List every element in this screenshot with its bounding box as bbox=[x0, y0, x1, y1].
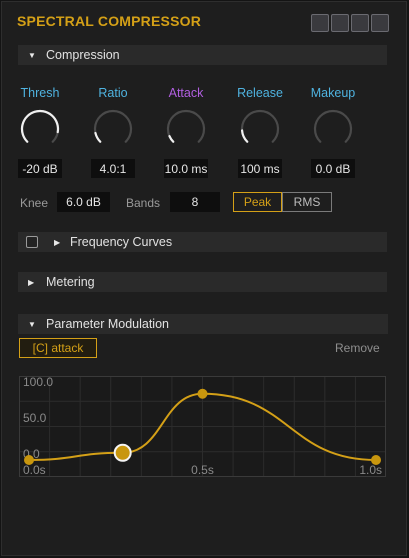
detector-rms-button[interactable]: RMS bbox=[282, 192, 332, 212]
knob-value-arc bbox=[168, 135, 175, 143]
section-parameter-modulation-label: Parameter Modulation bbox=[46, 317, 169, 331]
window-button-4[interactable] bbox=[371, 14, 389, 32]
knob-release: Release 100 ms bbox=[226, 86, 294, 178]
bands-label: Bands bbox=[126, 196, 161, 210]
y-tick-label: 100.0 bbox=[23, 376, 53, 389]
knob-label: Attack bbox=[168, 86, 204, 100]
knob-dial[interactable] bbox=[312, 108, 354, 150]
section-metering-label: Metering bbox=[46, 275, 95, 289]
knob-value-input[interactable]: 4.0:1 bbox=[91, 159, 135, 178]
y-tick-label: 50.0 bbox=[23, 411, 47, 425]
remove-button[interactable]: Remove bbox=[335, 341, 380, 355]
bands-input[interactable]: 8 bbox=[170, 192, 220, 212]
modulation-envelope-graph[interactable]: 100.050.00.00.0s 0.5s 1.0s bbox=[19, 376, 386, 477]
knob-dial[interactable] bbox=[92, 108, 134, 150]
section-frequency-curves-label: Frequency Curves bbox=[70, 235, 173, 249]
knob-attack: Attack 10.0 ms bbox=[152, 86, 220, 178]
knob-makeup: Makeup 0.0 dB bbox=[299, 86, 367, 178]
knob-label: Ratio bbox=[98, 86, 128, 100]
window-button-3[interactable] bbox=[351, 14, 369, 32]
x-tick-label: 0.0s bbox=[23, 463, 46, 477]
window-buttons bbox=[311, 14, 389, 32]
knob-value-arc bbox=[94, 131, 102, 143]
knob-dial[interactable] bbox=[19, 108, 61, 150]
knob-value-arc bbox=[20, 109, 60, 143]
envelope-point[interactable] bbox=[371, 455, 381, 465]
chevron-right-icon: ▶ bbox=[54, 237, 61, 247]
section-compression-label: Compression bbox=[46, 48, 120, 62]
knob-thresh: Thresh -20 dB bbox=[6, 86, 74, 178]
section-frequency-curves[interactable]: ▶ Frequency Curves bbox=[18, 232, 387, 252]
section-compression[interactable]: ▼ Compression bbox=[18, 45, 387, 65]
knob-label: Makeup bbox=[310, 86, 356, 100]
chevron-down-icon: ▼ bbox=[28, 50, 36, 60]
section-metering[interactable]: ▶ Metering bbox=[18, 272, 387, 292]
knob-value-input[interactable]: 10.0 ms bbox=[164, 159, 208, 178]
window-button-1[interactable] bbox=[311, 14, 329, 32]
knob-label: Thresh bbox=[20, 86, 60, 100]
knob-dial[interactable] bbox=[239, 108, 281, 150]
envelope-point[interactable] bbox=[24, 455, 34, 465]
envelope-point-selected[interactable] bbox=[113, 443, 132, 462]
knee-label: Knee bbox=[20, 196, 49, 210]
x-tick-label: 0.5s bbox=[191, 463, 214, 477]
knob-label: Release bbox=[237, 86, 283, 100]
detector-peak-button[interactable]: Peak bbox=[233, 192, 282, 212]
knob-value-input[interactable]: -20 dB bbox=[18, 159, 62, 178]
chevron-down-icon: ▼ bbox=[28, 319, 36, 329]
knee-input[interactable]: 6.0 dB bbox=[57, 192, 110, 212]
modulation-target-button[interactable]: [C] attack bbox=[19, 338, 97, 358]
window-button-2[interactable] bbox=[331, 14, 349, 32]
knob-track bbox=[93, 109, 133, 143]
panel-title: SPECTRAL COMPRESSOR bbox=[17, 13, 202, 29]
chevron-right-icon: ▶ bbox=[28, 277, 35, 287]
knob-track bbox=[240, 109, 280, 143]
knob-ratio: Ratio 4.0:1 bbox=[79, 86, 147, 178]
x-tick-label: 1.0s bbox=[359, 463, 382, 477]
knob-value-arc bbox=[240, 129, 249, 143]
section-parameter-modulation[interactable]: ▼ Parameter Modulation bbox=[18, 314, 388, 334]
knob-value-input[interactable]: 100 ms bbox=[238, 159, 282, 178]
knob-dial[interactable] bbox=[165, 108, 207, 150]
frequency-curves-checkbox[interactable] bbox=[26, 236, 38, 248]
envelope-point[interactable] bbox=[197, 388, 208, 399]
knob-value-input[interactable]: 0.0 dB bbox=[311, 159, 355, 178]
knob-track bbox=[166, 109, 206, 143]
knob-track bbox=[313, 109, 353, 143]
